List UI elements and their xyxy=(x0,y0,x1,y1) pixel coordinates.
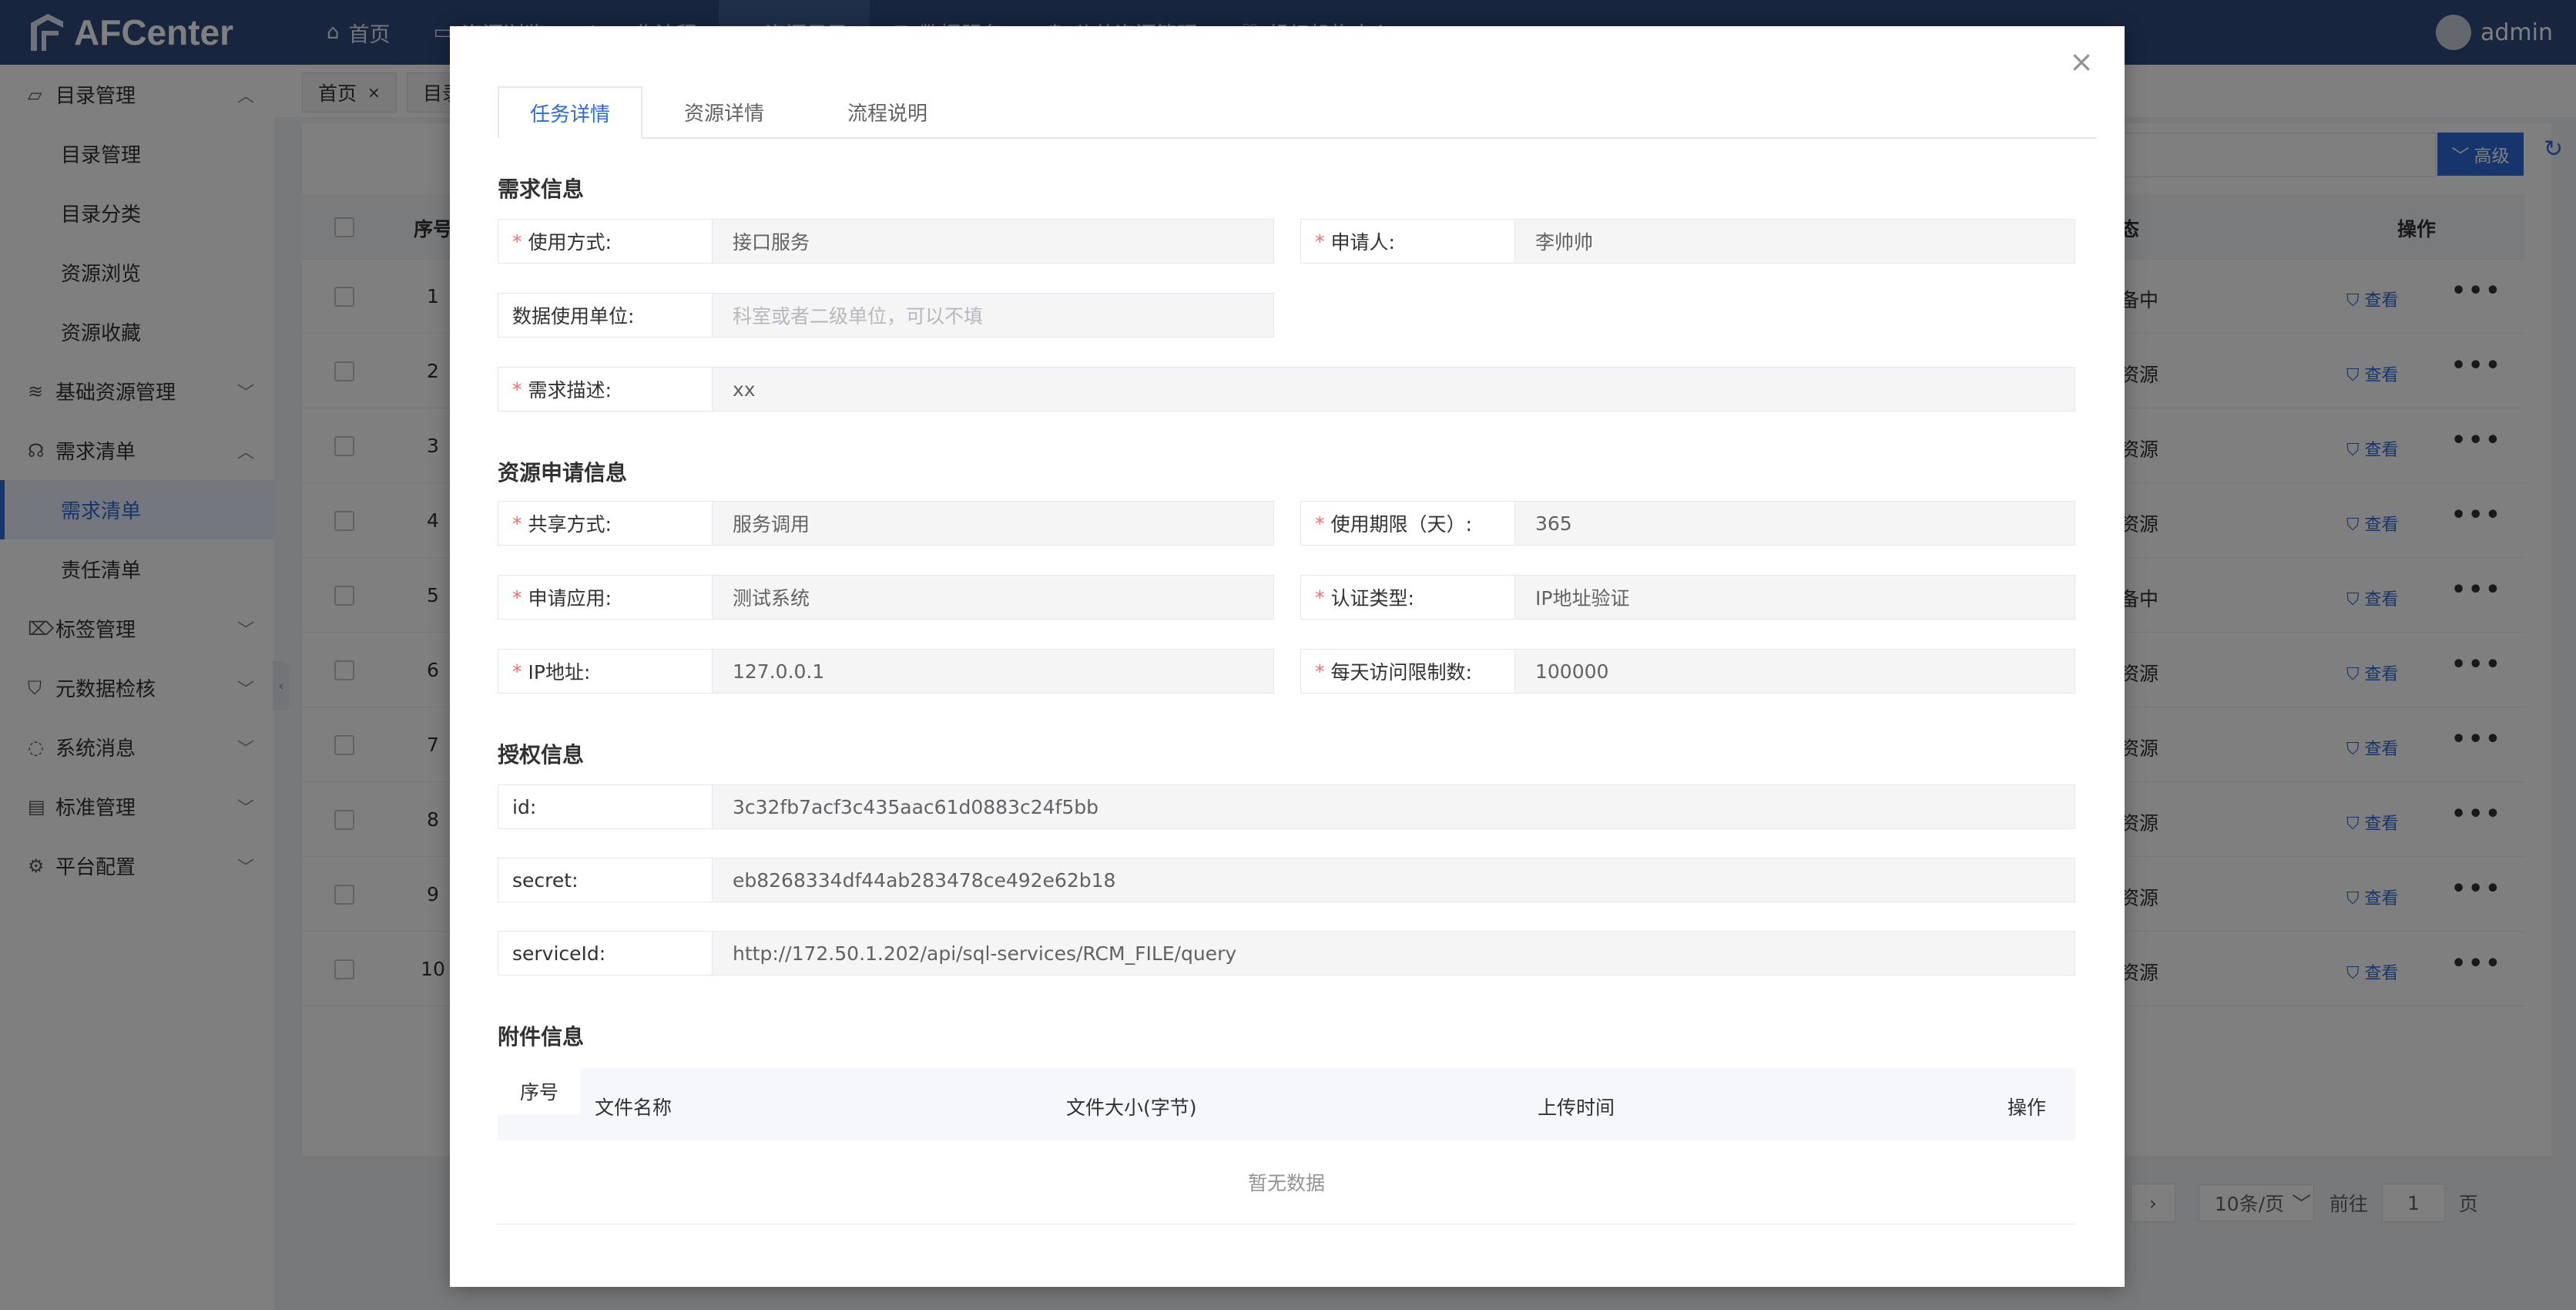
field-auth-type: * 认证类型: IP地址验证 xyxy=(1300,575,2075,620)
tab-task-detail[interactable]: 任务详情 xyxy=(498,86,642,139)
att-col-ops: 操作 xyxy=(2007,1097,2047,1119)
field-service-id: serviceId: http://172.50.1.202/api/sql-s… xyxy=(498,931,2075,976)
section-title-demand: 需求信息 xyxy=(498,176,585,202)
field-usage: * 使用方式: 接口服务 xyxy=(498,219,1274,264)
att-col-time: 上传时间 xyxy=(1538,1097,1615,1119)
section-title-attachment: 附件信息 xyxy=(498,1024,585,1050)
required-mark: * xyxy=(1315,512,1325,535)
att-col-index: 序号 xyxy=(498,1068,581,1114)
required-mark: * xyxy=(1315,586,1325,609)
field-daily-limit: * 每天访问限制数: 100000 xyxy=(1300,649,2075,694)
required-mark: * xyxy=(512,378,522,401)
required-mark: * xyxy=(512,512,522,535)
usage-value: 接口服务 xyxy=(713,220,1273,263)
tab-resource-detail[interactable]: 资源详情 xyxy=(642,86,806,137)
close-icon[interactable]: × xyxy=(2068,47,2095,76)
section-title-auth: 授权信息 xyxy=(498,742,585,768)
field-application: * 申请应用: 测试系统 xyxy=(498,575,1274,620)
field-secret: secret: eb8268334df44ab283478ce492e62b18 xyxy=(498,858,2075,902)
applicant-value: 李帅帅 xyxy=(1515,220,2075,263)
att-col-size: 文件大小(字节) xyxy=(1066,1097,1197,1119)
field-description: * 需求描述: xx xyxy=(498,367,2075,411)
att-col-name: 文件名称 xyxy=(595,1097,673,1119)
field-applicant: * 申请人: 李帅帅 xyxy=(1300,219,2075,264)
section-title-resource: 资源申请信息 xyxy=(498,460,628,485)
required-mark: * xyxy=(1315,230,1325,253)
unit-input[interactable]: 科室或者二级单位，可以不填 xyxy=(713,294,1273,337)
field-unit: 数据使用单位: 科室或者二级单位，可以不填 xyxy=(498,293,1274,338)
modal-tabs: 任务详情 资源详情 流程说明 xyxy=(498,86,2097,139)
field-share-method: * 共享方式: 服务调用 xyxy=(498,501,1274,546)
field-id: id: 3c32fb7acf3c435aac61d0883c24f5bb xyxy=(498,784,2075,829)
attachment-empty: 暂无数据 xyxy=(498,1140,2075,1224)
required-mark: * xyxy=(512,586,522,609)
field-period: * 使用期限（天）: 365 xyxy=(1300,501,2075,546)
field-ip: * IP地址: 127.0.0.1 xyxy=(498,649,1274,694)
required-mark: * xyxy=(512,230,522,253)
description-value: xx xyxy=(713,368,2075,411)
required-mark: * xyxy=(512,660,522,683)
attachment-table-header: 序号 文件名称 文件大小(字节) 上传时间 操作 xyxy=(498,1068,2075,1140)
required-mark: * xyxy=(1315,660,1325,683)
tab-process-desc[interactable]: 流程说明 xyxy=(806,86,969,137)
